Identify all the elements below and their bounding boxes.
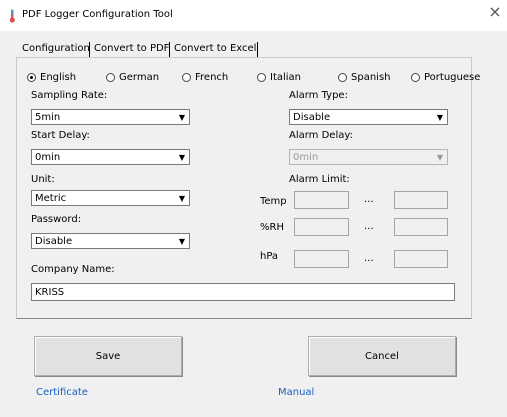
range-separator: ... xyxy=(364,253,374,264)
start-delay-label: Start Delay: xyxy=(31,130,90,141)
tab-convert-to-pdf[interactable]: Convert to PDF xyxy=(94,40,169,58)
alarm-limit-temp-label: Temp xyxy=(260,196,287,207)
hpa-high-input xyxy=(394,250,448,268)
range-separator: ... xyxy=(364,221,374,232)
save-button[interactable]: Save xyxy=(34,336,182,376)
chevron-down-icon: ▼ xyxy=(178,112,186,122)
start-delay-value: 0min xyxy=(35,151,61,163)
company-name-label: Company Name: xyxy=(31,264,115,275)
radio-german[interactable]: German xyxy=(106,70,159,84)
alarm-delay-label: Alarm Delay: xyxy=(289,130,353,141)
radio-dot xyxy=(411,72,420,82)
rh-low-input xyxy=(294,218,349,236)
radio-spanish[interactable]: Spanish xyxy=(338,70,391,84)
unit-value: Metric xyxy=(35,192,67,204)
chevron-down-icon: ▼ xyxy=(436,152,444,162)
radio-italian[interactable]: Italian xyxy=(257,70,301,84)
save-button-label: Save xyxy=(95,350,121,362)
manual-link[interactable]: Manual xyxy=(278,387,314,398)
radio-french[interactable]: French xyxy=(182,70,228,84)
sampling-rate-value: 5min xyxy=(35,111,61,123)
radio-label: English xyxy=(40,71,77,83)
tab-separator xyxy=(257,42,258,57)
range-separator: ... xyxy=(364,194,374,205)
start-delay-select[interactable]: 0min ▼ xyxy=(31,149,190,165)
password-label: Password: xyxy=(31,214,82,225)
thermometer-icon xyxy=(9,9,15,23)
tab-convert-to-excel[interactable]: Convert to Excel xyxy=(174,40,256,58)
chevron-down-icon: ▼ xyxy=(178,152,186,162)
rh-high-input xyxy=(394,218,448,236)
alarm-limit-hpa-label: hPa xyxy=(260,251,279,262)
company-name-input[interactable]: KRISS xyxy=(31,283,455,301)
alarm-delay-value: 0min xyxy=(293,151,319,163)
company-name-value: KRISS xyxy=(35,286,65,298)
radio-label: German xyxy=(119,71,160,83)
radio-label: Portuguese xyxy=(424,71,481,83)
radio-label: Italian xyxy=(270,71,302,83)
password-select[interactable]: Disable ▼ xyxy=(31,233,190,249)
sampling-rate-label: Sampling Rate: xyxy=(31,90,108,101)
unit-label: Unit: xyxy=(31,174,55,185)
close-icon[interactable]: × xyxy=(488,4,502,20)
alarm-limit-label: Alarm Limit: xyxy=(289,174,350,185)
cancel-button[interactable]: Cancel xyxy=(308,336,456,376)
temp-low-input xyxy=(294,191,349,209)
tab-separator xyxy=(89,42,90,57)
unit-select[interactable]: Metric ▼ xyxy=(31,190,190,206)
alarm-limit-rh-label: %RH xyxy=(260,222,284,233)
tab-configuration[interactable]: Configuration xyxy=(22,40,90,58)
tab-separator xyxy=(169,42,170,57)
radio-dot xyxy=(27,72,36,82)
radio-label: French xyxy=(195,71,229,83)
alarm-type-select[interactable]: Disable ▼ xyxy=(289,109,448,125)
radio-dot xyxy=(182,72,191,82)
temp-high-input xyxy=(394,191,448,209)
radio-dot xyxy=(106,72,115,82)
radio-english[interactable]: English xyxy=(27,70,76,84)
certificate-link[interactable]: Certificate xyxy=(36,387,88,398)
cancel-button-label: Cancel xyxy=(365,350,399,362)
alarm-delay-select: 0min ▼ xyxy=(289,149,448,165)
password-value: Disable xyxy=(35,235,73,247)
window-title: PDF Logger Configuration Tool xyxy=(22,9,173,20)
alarm-type-label: Alarm Type: xyxy=(289,90,348,101)
radio-portuguese[interactable]: Portuguese xyxy=(411,70,480,84)
radio-label: Spanish xyxy=(351,71,391,83)
chevron-down-icon: ▼ xyxy=(178,193,186,203)
hpa-low-input xyxy=(294,250,349,268)
sampling-rate-select[interactable]: 5min ▼ xyxy=(31,109,190,125)
radio-dot xyxy=(257,72,266,82)
chevron-down-icon: ▼ xyxy=(436,112,444,122)
radio-dot xyxy=(338,72,347,82)
chevron-down-icon: ▼ xyxy=(178,236,186,246)
alarm-type-value: Disable xyxy=(293,111,331,123)
